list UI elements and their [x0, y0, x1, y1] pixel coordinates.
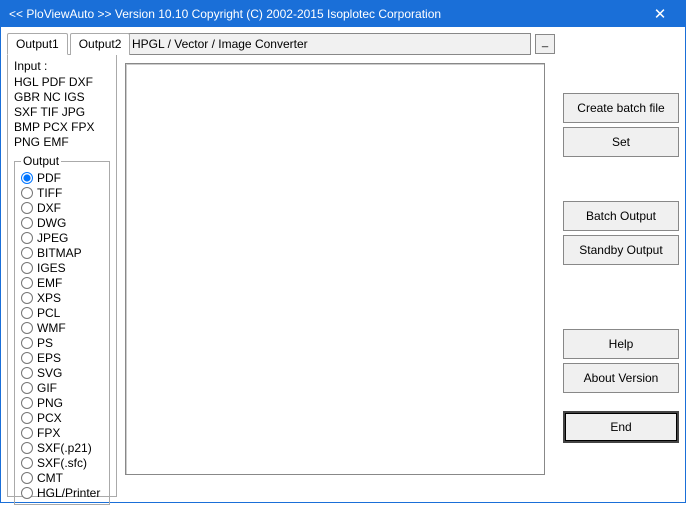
end-button[interactable]: End	[563, 411, 679, 443]
input-heading: Input :	[14, 59, 110, 73]
output-radio-ps[interactable]: PS	[21, 335, 105, 350]
output-radio-bitmap[interactable]: BITMAP	[21, 245, 105, 260]
tab-strip: Output1 Output2	[7, 33, 117, 55]
input-line: PNG EMF	[14, 135, 110, 150]
set-button[interactable]: Set	[563, 127, 679, 157]
output-radio-emf[interactable]: EMF	[21, 275, 105, 290]
input-line: SXF TIF JPG	[14, 105, 110, 120]
right-panel: Create batch file Set Batch Output Stand…	[563, 33, 679, 496]
middle-panel: HPGL / Vector / Image Converter _	[117, 33, 563, 496]
radio-label: DXF	[37, 201, 61, 215]
tab-body: Input : HGL PDF DXF GBR NC IGS SXF TIF J…	[7, 54, 117, 497]
radio-input[interactable]	[21, 382, 33, 394]
radio-label: PS	[37, 336, 53, 350]
output-radio-dwg[interactable]: DWG	[21, 215, 105, 230]
output-radio-dxf[interactable]: DXF	[21, 200, 105, 215]
converter-row: HPGL / Vector / Image Converter _	[125, 33, 555, 55]
radio-label: PNG	[37, 396, 63, 410]
output-radio-pcl[interactable]: PCL	[21, 305, 105, 320]
radio-label: EMF	[37, 276, 62, 290]
radio-input[interactable]	[21, 457, 33, 469]
radio-input[interactable]	[21, 217, 33, 229]
output-radio-sxf-p21-[interactable]: SXF(.p21)	[21, 440, 105, 455]
close-icon[interactable]: ✕	[643, 5, 677, 23]
radio-label: XPS	[37, 291, 61, 305]
create-batch-button[interactable]: Create batch file	[563, 93, 679, 123]
radio-label: WMF	[37, 321, 66, 335]
radio-label: SVG	[37, 366, 62, 380]
radio-input[interactable]	[21, 487, 33, 499]
radio-input[interactable]	[21, 427, 33, 439]
radio-label: IGES	[37, 261, 66, 275]
output-radio-pcx[interactable]: PCX	[21, 410, 105, 425]
radio-input[interactable]	[21, 247, 33, 259]
radio-input[interactable]	[21, 412, 33, 424]
window-title: << PloViewAuto >> Version 10.10 Copyrigh…	[9, 7, 643, 21]
radio-input[interactable]	[21, 367, 33, 379]
output-radio-xps[interactable]: XPS	[21, 290, 105, 305]
input-line: BMP PCX FPX	[14, 120, 110, 135]
radio-label: PCL	[37, 306, 60, 320]
left-panel: Output1 Output2 Input : HGL PDF DXF GBR …	[7, 33, 117, 496]
titlebar: << PloViewAuto >> Version 10.10 Copyrigh…	[1, 1, 685, 27]
converter-label: HPGL / Vector / Image Converter	[125, 33, 531, 55]
radio-input[interactable]	[21, 172, 33, 184]
tab-output2[interactable]: Output2	[70, 33, 131, 55]
radio-label: SXF(.p21)	[37, 441, 92, 455]
radio-label: PCX	[37, 411, 62, 425]
radio-input[interactable]	[21, 472, 33, 484]
radio-input[interactable]	[21, 202, 33, 214]
output-radio-png[interactable]: PNG	[21, 395, 105, 410]
radio-label: DWG	[37, 216, 66, 230]
radio-input[interactable]	[21, 232, 33, 244]
output-radio-wmf[interactable]: WMF	[21, 320, 105, 335]
output-radio-sxf-sfc-[interactable]: SXF(.sfc)	[21, 455, 105, 470]
radio-input[interactable]	[21, 397, 33, 409]
output-radio-svg[interactable]: SVG	[21, 365, 105, 380]
output-radio-pdf[interactable]: PDF	[21, 170, 105, 185]
tab-output1[interactable]: Output1	[7, 33, 68, 55]
input-line: GBR NC IGS	[14, 90, 110, 105]
batch-output-button[interactable]: Batch Output	[563, 201, 679, 231]
output-radio-jpeg[interactable]: JPEG	[21, 230, 105, 245]
output-legend: Output	[21, 154, 61, 168]
radio-input[interactable]	[21, 262, 33, 274]
standby-output-button[interactable]: Standby Output	[563, 235, 679, 265]
radio-input[interactable]	[21, 307, 33, 319]
radio-label: GIF	[37, 381, 57, 395]
radio-input[interactable]	[21, 322, 33, 334]
output-group: Output PDFTIFFDXFDWGJPEGBITMAPIGESEMFXPS…	[14, 154, 110, 505]
radio-input[interactable]	[21, 277, 33, 289]
output-radio-fpx[interactable]: FPX	[21, 425, 105, 440]
radio-input[interactable]	[21, 442, 33, 454]
radio-label: TIFF	[37, 186, 62, 200]
input-formats: HGL PDF DXF GBR NC IGS SXF TIF JPG BMP P…	[14, 75, 110, 150]
radio-label: HGL/Printer	[37, 486, 100, 500]
radio-label: JPEG	[37, 231, 68, 245]
radio-input[interactable]	[21, 337, 33, 349]
output-radio-gif[interactable]: GIF	[21, 380, 105, 395]
output-radio-iges[interactable]: IGES	[21, 260, 105, 275]
radio-input[interactable]	[21, 292, 33, 304]
radio-label: EPS	[37, 351, 61, 365]
preview-canvas	[125, 63, 545, 475]
radio-label: FPX	[37, 426, 60, 440]
radio-label: PDF	[37, 171, 61, 185]
radio-input[interactable]	[21, 187, 33, 199]
radio-label: SXF(.sfc)	[37, 456, 87, 470]
output-radio-tiff[interactable]: TIFF	[21, 185, 105, 200]
input-line: HGL PDF DXF	[14, 75, 110, 90]
about-version-button[interactable]: About Version	[563, 363, 679, 393]
output-radio-cmt[interactable]: CMT	[21, 470, 105, 485]
help-button[interactable]: Help	[563, 329, 679, 359]
output-radio-hgl-printer[interactable]: HGL/Printer	[21, 485, 105, 500]
client-area: Output1 Output2 Input : HGL PDF DXF GBR …	[1, 27, 685, 502]
minimize-button[interactable]: _	[535, 34, 555, 54]
radio-input[interactable]	[21, 352, 33, 364]
radio-label: CMT	[37, 471, 63, 485]
radio-label: BITMAP	[37, 246, 82, 260]
output-radio-eps[interactable]: EPS	[21, 350, 105, 365]
